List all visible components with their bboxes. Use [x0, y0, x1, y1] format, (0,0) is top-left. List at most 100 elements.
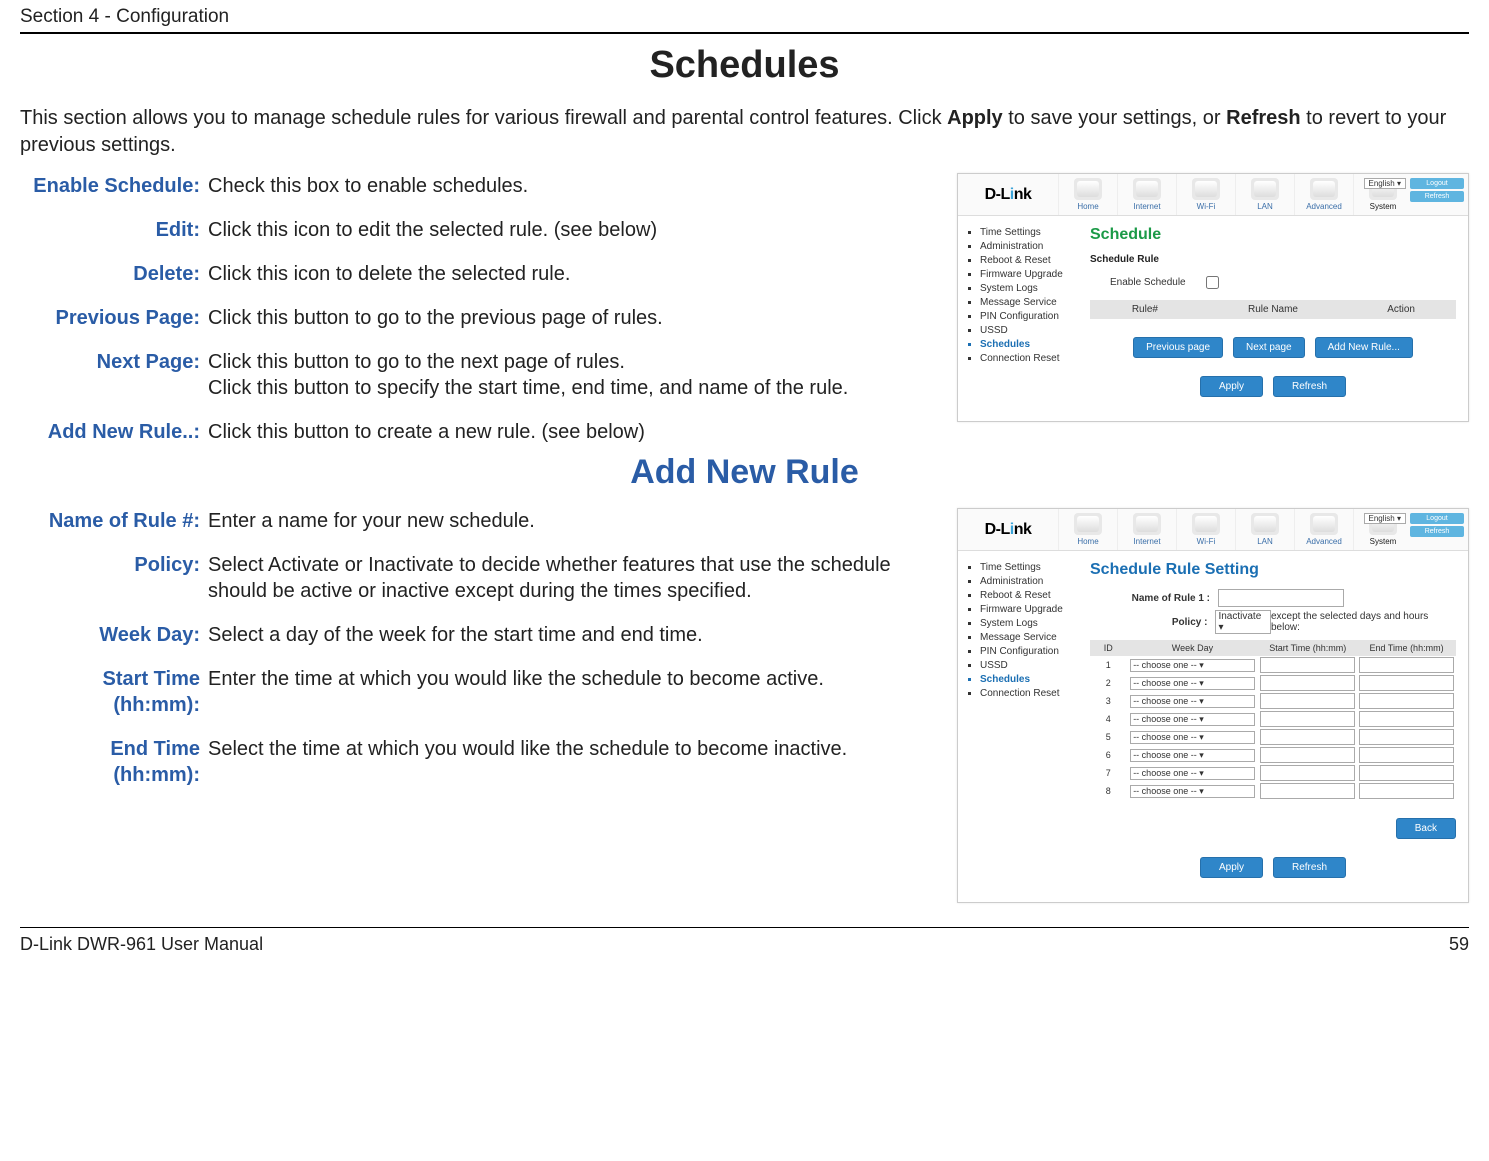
- language-select[interactable]: English ▾: [1364, 513, 1406, 524]
- logout-button[interactable]: Logout: [1410, 178, 1464, 189]
- rule-setting-table: ID Week Day Start Time (hh:mm) End Time …: [1090, 640, 1456, 800]
- sidebar: Time Settings Administration Reboot & Re…: [958, 216, 1078, 421]
- intro-refresh: Refresh: [1226, 107, 1300, 129]
- sidebar-item[interactable]: USSD: [980, 660, 1072, 671]
- refresh-button[interactable]: Refresh: [1273, 857, 1346, 878]
- col-start: Start Time (hh:mm): [1258, 643, 1357, 653]
- weekday-select[interactable]: -- choose one -- ▾: [1130, 749, 1255, 762]
- nav-lan[interactable]: LAN: [1235, 509, 1294, 550]
- sidebar-item[interactable]: Administration: [980, 576, 1072, 587]
- sidebar-item[interactable]: System Logs: [980, 283, 1072, 294]
- start-time-input[interactable]: [1260, 783, 1355, 799]
- weekday-select[interactable]: -- choose one -- ▾: [1130, 677, 1255, 690]
- add-new-rule-button[interactable]: Add New Rule...: [1315, 337, 1413, 358]
- sidebar-item[interactable]: Message Service: [980, 632, 1072, 643]
- refresh-button[interactable]: Refresh: [1273, 376, 1346, 397]
- nav-internet[interactable]: Internet: [1117, 509, 1176, 550]
- sidebar-item[interactable]: Firmware Upgrade: [980, 604, 1072, 615]
- definitions-list-2: Name of Rule #: Enter a name for your ne…: [20, 508, 937, 788]
- col-weekday: Week Day: [1127, 643, 1259, 653]
- sidebar-item[interactable]: Time Settings: [980, 227, 1072, 238]
- start-time-input[interactable]: [1260, 693, 1355, 709]
- sidebar-item[interactable]: USSD: [980, 325, 1072, 336]
- start-time-input[interactable]: [1260, 675, 1355, 691]
- nav-lan[interactable]: LAN: [1235, 174, 1294, 215]
- sidebar-item[interactable]: Connection Reset: [980, 353, 1072, 364]
- start-time-input[interactable]: [1260, 729, 1355, 745]
- weekday-select[interactable]: -- choose one -- ▾: [1130, 695, 1255, 708]
- intro-apply: Apply: [947, 107, 1003, 129]
- refresh-button[interactable]: Refresh: [1410, 191, 1464, 202]
- rule-name-input[interactable]: [1218, 589, 1344, 607]
- start-time-input[interactable]: [1260, 747, 1355, 763]
- def-desc: Check this box to enable schedules.: [208, 173, 937, 199]
- sidebar-item[interactable]: Reboot & Reset: [980, 590, 1072, 601]
- start-time-input[interactable]: [1260, 657, 1355, 673]
- weekday-select[interactable]: -- choose one -- ▾: [1130, 767, 1255, 780]
- table-row: 4-- choose one -- ▾: [1090, 710, 1456, 728]
- previous-page-button[interactable]: Previous page: [1133, 337, 1223, 358]
- router-screenshot-schedule: D-Link Home Internet Wi-Fi LAN Advanced …: [957, 173, 1469, 422]
- sidebar-item[interactable]: PIN Configuration: [980, 311, 1072, 322]
- weekday-select[interactable]: -- choose one -- ▾: [1130, 713, 1255, 726]
- nav-advanced[interactable]: Advanced: [1294, 174, 1353, 215]
- sidebar-item[interactable]: System Logs: [980, 618, 1072, 629]
- start-time-input[interactable]: [1260, 711, 1355, 727]
- footer-manual-name: D-Link DWR-961 User Manual: [20, 934, 263, 955]
- advanced-icon: [1310, 513, 1338, 535]
- nav-advanced[interactable]: Advanced: [1294, 509, 1353, 550]
- end-time-input[interactable]: [1359, 711, 1454, 727]
- nav-wifi[interactable]: Wi-Fi: [1176, 174, 1235, 215]
- definitions-list-1: Enable Schedule: Check this box to enabl…: [20, 173, 937, 445]
- refresh-button[interactable]: Refresh: [1410, 526, 1464, 537]
- back-button[interactable]: Back: [1396, 818, 1456, 839]
- section-subtitle: Add New Rule: [20, 453, 1469, 492]
- apply-button[interactable]: Apply: [1200, 376, 1263, 397]
- policy-tail-text: except the selected days and hours below…: [1271, 611, 1456, 633]
- sidebar-item[interactable]: Reboot & Reset: [980, 255, 1072, 266]
- end-time-input[interactable]: [1359, 675, 1454, 691]
- enable-schedule-checkbox[interactable]: [1206, 276, 1219, 289]
- panel-title: Schedule: [1090, 226, 1456, 244]
- wifi-icon: [1192, 513, 1220, 535]
- intro-text-2: to save your settings, or: [1003, 107, 1226, 129]
- next-page-button[interactable]: Next page: [1233, 337, 1305, 358]
- logout-button[interactable]: Logout: [1410, 513, 1464, 524]
- def-label: Previous Page:: [20, 305, 200, 331]
- sidebar-item[interactable]: Connection Reset: [980, 688, 1072, 699]
- sidebar-item-schedules[interactable]: Schedules: [980, 674, 1072, 685]
- table-row: 7-- choose one -- ▾: [1090, 764, 1456, 782]
- end-time-input[interactable]: [1359, 765, 1454, 781]
- intro-paragraph: This section allows you to manage schedu…: [20, 105, 1469, 159]
- nav-home[interactable]: Home: [1058, 174, 1117, 215]
- def-desc: Click this icon to delete the selected r…: [208, 261, 937, 287]
- end-time-input[interactable]: [1359, 783, 1454, 799]
- section-header: Section 4 - Configuration: [20, 0, 1469, 34]
- nav-home[interactable]: Home: [1058, 509, 1117, 550]
- sidebar-item-schedules[interactable]: Schedules: [980, 339, 1072, 350]
- sidebar-item[interactable]: PIN Configuration: [980, 646, 1072, 657]
- language-select[interactable]: English ▾: [1364, 178, 1406, 189]
- wifi-icon: [1192, 178, 1220, 200]
- end-time-input[interactable]: [1359, 693, 1454, 709]
- panel-subtitle: Schedule Rule: [1090, 254, 1456, 265]
- sidebar-item[interactable]: Time Settings: [980, 562, 1072, 573]
- weekday-select[interactable]: -- choose one -- ▾: [1130, 785, 1255, 798]
- policy-select[interactable]: Inactivate ▾: [1215, 610, 1271, 634]
- nav-internet[interactable]: Internet: [1117, 174, 1176, 215]
- sidebar-item[interactable]: Firmware Upgrade: [980, 269, 1072, 280]
- weekday-select[interactable]: -- choose one -- ▾: [1130, 731, 1255, 744]
- end-time-input[interactable]: [1359, 729, 1454, 745]
- weekday-select[interactable]: -- choose one -- ▾: [1130, 659, 1255, 672]
- apply-button[interactable]: Apply: [1200, 857, 1263, 878]
- def-label: Policy:: [20, 552, 200, 604]
- advanced-icon: [1310, 178, 1338, 200]
- end-time-input[interactable]: [1359, 747, 1454, 763]
- def-desc: Click this button to create a new rule. …: [208, 419, 937, 445]
- def-label: Edit:: [20, 217, 200, 243]
- sidebar-item[interactable]: Administration: [980, 241, 1072, 252]
- start-time-input[interactable]: [1260, 765, 1355, 781]
- nav-wifi[interactable]: Wi-Fi: [1176, 509, 1235, 550]
- end-time-input[interactable]: [1359, 657, 1454, 673]
- sidebar-item[interactable]: Message Service: [980, 297, 1072, 308]
